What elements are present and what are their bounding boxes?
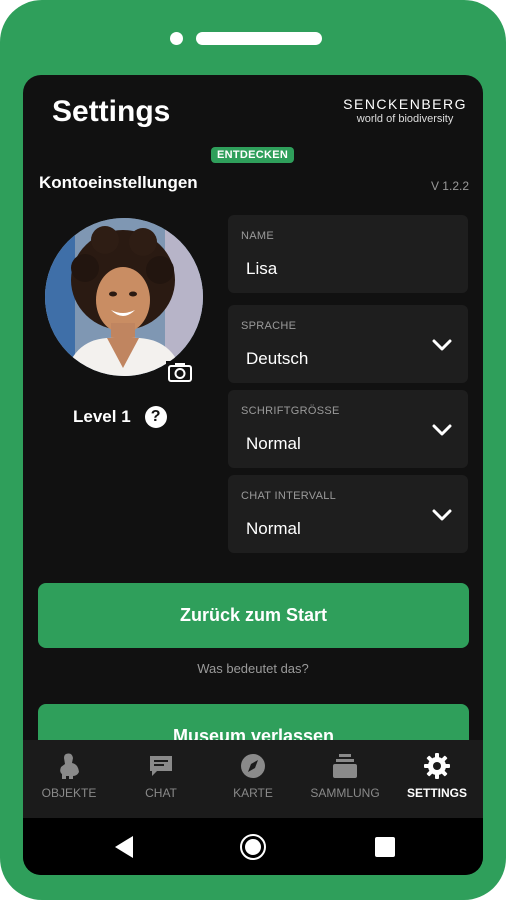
tab-objekte[interactable]: OBJEKTE [23,740,115,818]
page-title: Settings [52,95,171,128]
font-size-select-label: SCHRIFTGRÖSSE [241,405,340,417]
name-field-label: NAME [241,230,274,242]
logo-tagline: world of biodiversity [356,113,454,125]
tab-karte[interactable]: KARTE [207,740,299,818]
avatar[interactable] [45,218,203,376]
tab-objekte-label: OBJEKTE [41,786,97,800]
camera-icon[interactable] [165,360,195,384]
home-icon[interactable] [239,833,267,861]
chevron-down-icon[interactable] [432,423,452,437]
back-to-start-button[interactable]: Zurück zum Start [38,583,469,648]
app-version: V 1.2.2 [430,179,469,193]
dinosaur-icon [60,753,79,779]
senckenberg-logo: SENCKENBERG world of biodiversity [343,96,467,125]
tab-settings-label: SETTINGS [406,786,467,800]
tab-sammlung-label: SAMMLUNG [310,786,380,800]
language-select[interactable]: SPRACHE Deutsch [228,305,468,383]
name-field[interactable]: NAME Lisa [228,215,468,293]
language-select-label: SPRACHE [241,320,297,332]
chat-interval-select-value: Normal [246,519,301,538]
font-size-select[interactable]: SCHRIFTGRÖSSE Normal [228,390,468,468]
font-size-select-value: Normal [246,434,301,453]
gear-icon [424,753,450,779]
recent-apps-icon[interactable] [375,837,395,857]
tab-chat[interactable]: CHAT [115,740,207,818]
phone-frame: Settings SENCKENBERG world of biodiversi… [0,0,506,900]
language-select-value: Deutsch [246,349,309,368]
chat-interval-select-label: CHAT INTERVALL [241,490,337,502]
android-nav-bar [23,818,483,875]
tab-chat-label: CHAT [145,786,177,800]
chat-interval-select[interactable]: CHAT INTERVALL Normal [228,475,468,553]
help-icon[interactable]: ? [144,406,167,428]
avatar-photo [45,218,203,376]
chat-icon [150,756,172,776]
app-screen: Settings SENCKENBERG world of biodiversi… [23,75,483,875]
speaker-grille [196,32,322,45]
back-icon[interactable] [113,835,135,859]
account-section-title: Kontoeinstellungen [39,173,198,192]
tab-settings[interactable]: SETTINGS [391,740,483,818]
front-camera-dot [170,32,183,45]
entdecken-badge[interactable]: ENTDECKEN [211,147,295,163]
chevron-down-icon[interactable] [432,338,452,352]
tab-sammlung[interactable]: SAMMLUNG [299,740,391,818]
bottom-tab-bar: OBJEKTE CHAT KARTE SAMMLUNG SETTINGS [23,740,483,818]
logo-name: SENCKENBERG [343,96,467,112]
compass-icon [241,754,265,778]
name-field-value[interactable]: Lisa [246,259,277,279]
level-label: Level 1 [73,407,131,426]
collection-icon [333,754,357,778]
hint-link[interactable]: Was bedeutet das? [23,661,483,676]
level-indicator: Level 1 ? [73,406,167,428]
tab-karte-label: KARTE [233,786,273,800]
chevron-down-icon[interactable] [432,508,452,522]
